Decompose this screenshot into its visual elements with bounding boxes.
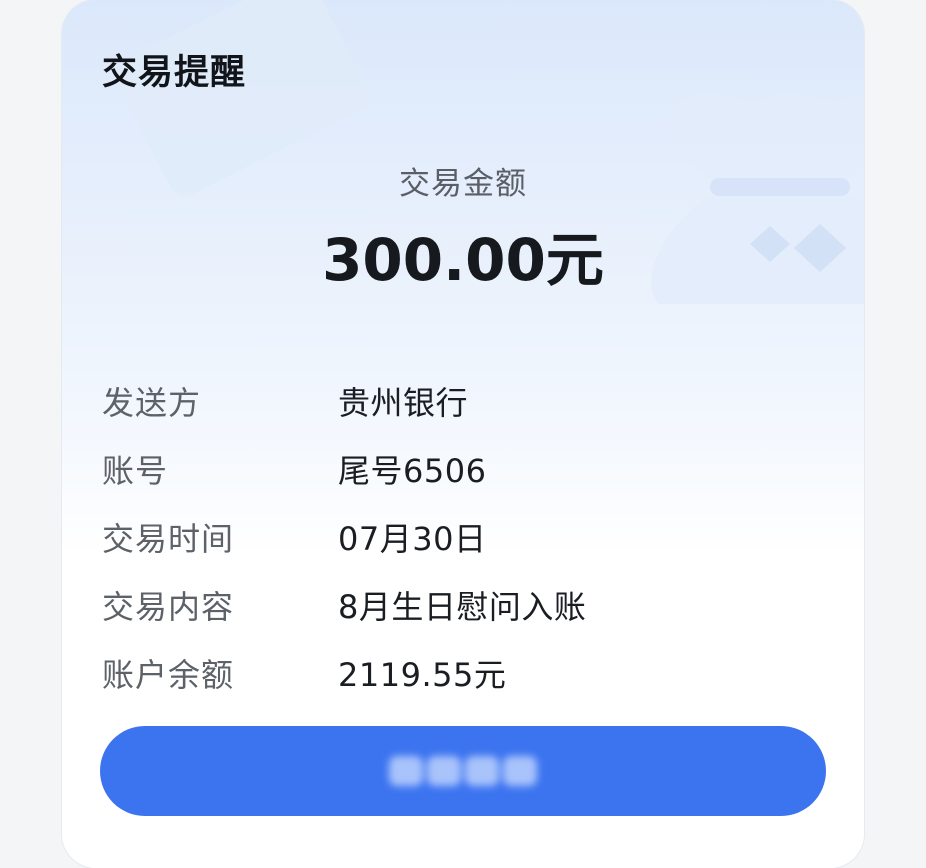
action-button[interactable] <box>100 726 826 816</box>
obscured-label-mask <box>389 756 537 786</box>
detail-label: 交易内容 <box>102 588 235 626</box>
detail-value: 07月30日 <box>338 520 487 558</box>
detail-value: 尾号6506 <box>338 452 487 490</box>
amount-value: 300.00元 <box>322 226 604 294</box>
detail-row-sender: 发送方 贵州银行 <box>102 367 822 435</box>
detail-row-content: 交易内容 8月生日慰问入账 <box>102 571 822 639</box>
detail-label: 交易时间 <box>102 520 235 558</box>
detail-label: 发送方 <box>102 384 202 422</box>
page-title: 交易提醒 <box>102 53 247 93</box>
detail-label: 账号 <box>102 452 169 490</box>
detail-row-time: 交易时间 07月30日 <box>102 503 822 571</box>
detail-label: 账户余额 <box>102 656 235 694</box>
detail-value: 2119.55元 <box>338 656 507 694</box>
detail-row-balance: 账户余额 2119.55元 <box>102 639 822 707</box>
detail-value: 8月生日慰问入账 <box>338 588 587 626</box>
transaction-details: 发送方 贵州银行 账号 尾号6506 交易时间 07月30日 交易内容 8月生日… <box>102 367 822 707</box>
transaction-notice-card: 交易提醒 交易金额 300.00元 发送方 贵州银行 账号 尾号6506 交易时… <box>62 0 864 868</box>
amount-label: 交易金额 <box>399 166 527 202</box>
detail-value: 贵州银行 <box>338 384 469 422</box>
detail-row-account: 账号 尾号6506 <box>102 435 822 503</box>
